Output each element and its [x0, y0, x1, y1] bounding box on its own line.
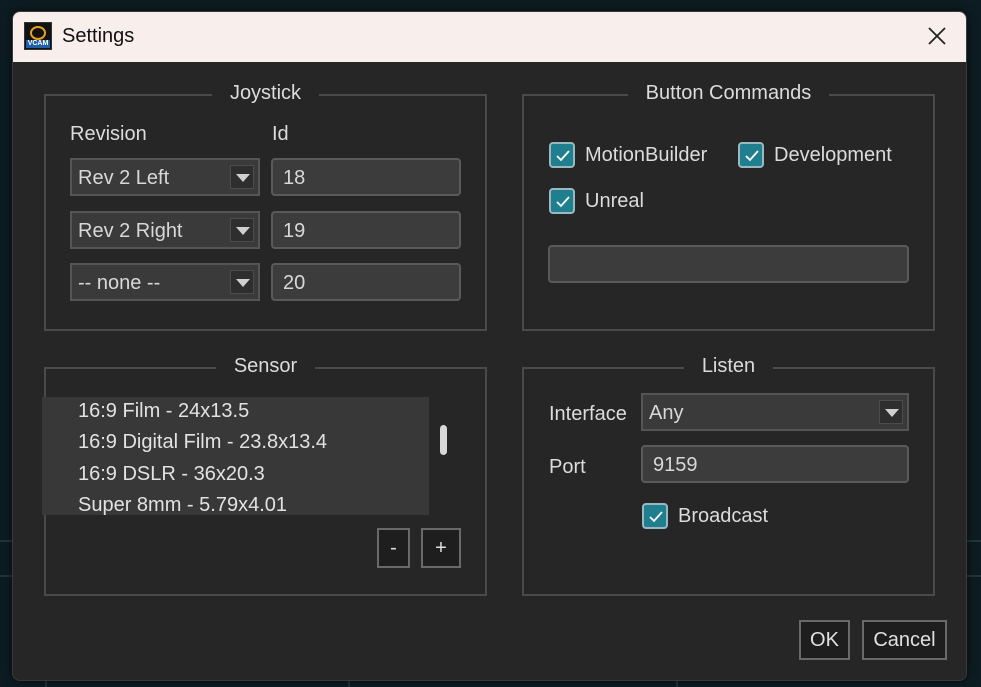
list-item[interactable]: 16:9 Film - 24x13.5 [78, 400, 249, 423]
revision-column-label: Revision [70, 123, 147, 145]
id-column-label: Id [272, 123, 289, 145]
button-commands-group-title: Button Commands [627, 82, 830, 104]
button-commands-group: Button Commands [522, 82, 935, 331]
joystick-id-field-2[interactable]: 19 [271, 211, 461, 249]
title-bar: VCAM Settings [13, 12, 966, 62]
revision-select-3-value: -- none -- [78, 272, 161, 294]
revision-select-2-value: Rev 2 Right [78, 220, 183, 242]
listen-group-title: Listen [683, 355, 774, 377]
checkmark-icon [556, 196, 570, 208]
revision-select-3[interactable]: -- none -- [70, 263, 260, 301]
checkmark-icon [649, 511, 663, 523]
development-checkbox[interactable] [738, 142, 764, 168]
revision-select-1[interactable]: Rev 2 Left [70, 158, 260, 196]
vcam-app-icon: VCAM [24, 22, 52, 50]
chevron-down-icon[interactable] [879, 400, 903, 424]
development-label[interactable]: Development [774, 144, 892, 167]
close-button[interactable] [908, 12, 966, 62]
chevron-down-icon[interactable] [230, 270, 254, 294]
revision-select-1-value: Rev 2 Left [78, 167, 170, 189]
add-sensor-button[interactable]: + [421, 528, 461, 568]
unreal-checkbox[interactable] [549, 188, 575, 214]
broadcast-label[interactable]: Broadcast [678, 505, 768, 528]
sensor-list-scrollbar[interactable] [440, 425, 447, 455]
close-icon [928, 27, 946, 45]
interface-label: Interface [549, 403, 627, 425]
port-label: Port [549, 456, 586, 478]
motionbuilder-checkbox[interactable] [549, 142, 575, 168]
motionbuilder-label[interactable]: MotionBuilder [585, 144, 707, 167]
checkmark-icon [745, 150, 759, 162]
ok-button[interactable]: OK [799, 620, 850, 660]
joystick-id-field-3[interactable]: 20 [271, 263, 461, 301]
unreal-label[interactable]: Unreal [585, 190, 644, 213]
broadcast-checkbox[interactable] [642, 503, 668, 529]
button-command-field[interactable] [548, 245, 909, 283]
cancel-button[interactable]: Cancel [862, 620, 947, 660]
window-title: Settings [62, 25, 135, 47]
checkmark-icon [556, 150, 570, 162]
joystick-group-title: Joystick [211, 82, 320, 104]
joystick-id-field-1[interactable]: 18 [271, 158, 461, 196]
chevron-down-icon[interactable] [230, 165, 254, 189]
chevron-down-icon[interactable] [230, 218, 254, 242]
revision-select-2[interactable]: Rev 2 Right [70, 211, 260, 249]
list-item[interactable]: 16:9 Digital Film - 23.8x13.4 [78, 431, 327, 454]
sensor-group-title: Sensor [215, 355, 316, 377]
interface-select[interactable]: Any [641, 393, 909, 431]
settings-dialog: VCAM Settings Joystick Revision Id Rev 2… [12, 11, 967, 681]
list-item[interactable]: 16:9 DSLR - 36x20.3 [78, 463, 265, 486]
port-field[interactable]: 9159 [641, 445, 909, 483]
app-icon-caption: VCAM [26, 40, 50, 48]
list-item[interactable]: Super 8mm - 5.79x4.01 [78, 494, 287, 517]
remove-sensor-button[interactable]: - [377, 528, 410, 568]
interface-select-value: Any [649, 402, 684, 424]
